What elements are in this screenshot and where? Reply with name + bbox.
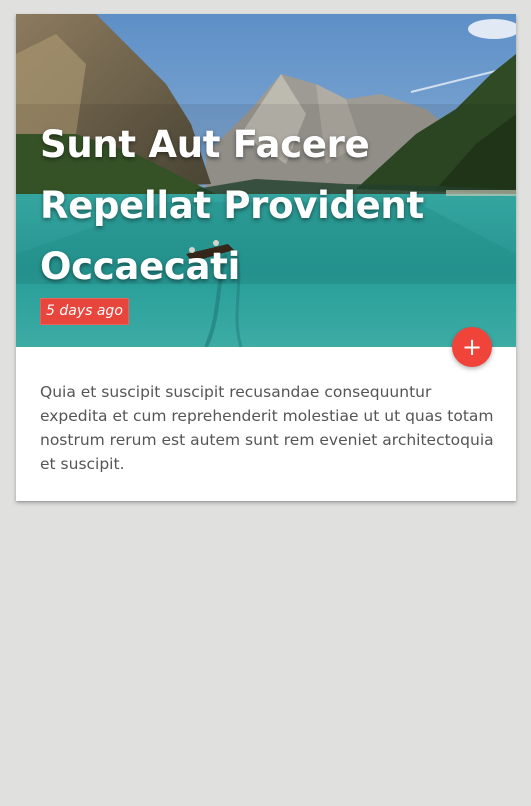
- add-button[interactable]: +: [452, 327, 492, 367]
- card-title: Sunt Aut Facere Repellat Provident Occae…: [40, 123, 424, 288]
- date-badge: 5 days ago: [40, 298, 129, 325]
- article-card: Sunt Aut Facere Repellat Provident Occae…: [16, 14, 516, 501]
- hero-image: Sunt Aut Facere Repellat Provident Occae…: [16, 14, 516, 347]
- card-body-text: Quia et suscipit suscipit recusandae con…: [40, 383, 494, 473]
- plus-icon: +: [461, 333, 483, 361]
